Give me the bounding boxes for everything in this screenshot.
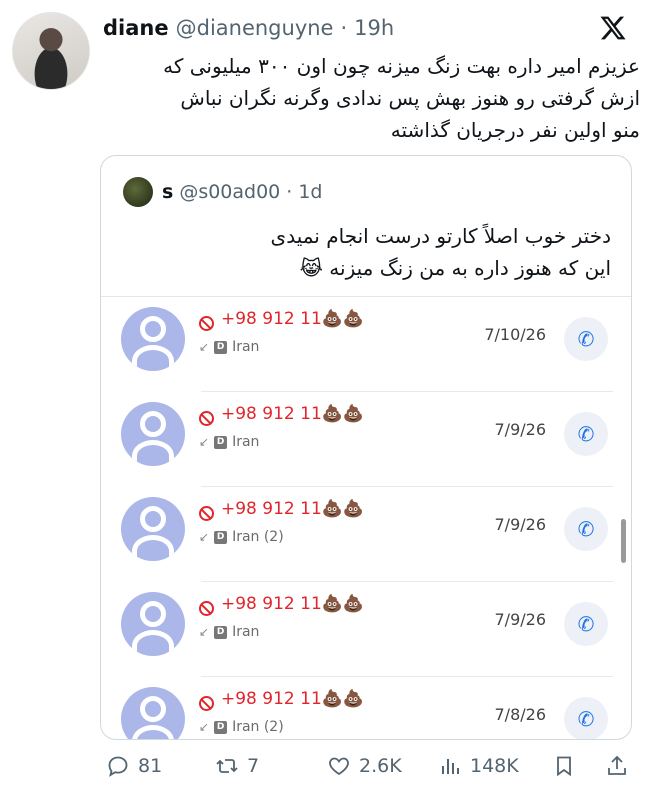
incoming-call-icon: ↙ [199,625,210,639]
like-count: 2.6K [359,755,402,777]
incoming-call-icon: ↙ [199,530,210,544]
quoted-text-line: دختر خوب اصلاً کارتو درست انجام نمیدی [270,224,611,248]
share-icon [608,755,626,775]
call-number: +98 912 11💩💩 [221,689,365,709]
call-date: 7/10/26 [484,325,546,344]
author-avatar[interactable] [12,12,90,90]
call-log-row: +98 912 11💩💩 ↙ D Iran (2) 7/9/26 ✆ [101,487,631,582]
heart-icon [329,757,349,776]
call-number: +98 912 11💩💩 [221,499,365,519]
incoming-call-icon: ↙ [199,720,210,734]
tweet-actions-bar: 81 7 2.6K 148K [100,748,640,784]
quoted-tweet-time[interactable]: 1d [298,181,322,203]
call-location: Iran [232,339,260,355]
scrollbar [621,519,626,563]
call-date: 7/9/26 [494,515,547,534]
phone-icon: ✆ [564,697,608,739]
call-location: Iran [232,434,260,450]
call-number: +98 912 11💩💩 [221,309,365,329]
quoted-author-avatar[interactable] [123,177,153,207]
phone-icon: ✆ [564,602,608,646]
sim-badge-icon: D [214,340,228,354]
separator-dot: · [286,181,293,203]
views-icon [442,759,459,774]
call-log-row: +98 912 11💩💩 ↙ D Iran 7/9/26 ✆ [101,392,631,487]
call-date: 7/9/26 [494,610,547,629]
reply-icon [108,756,128,777]
call-date: 7/8/26 [494,705,547,724]
call-log-row: +98 912 11💩💩 ↙ D Iran 7/10/26 ✆ [101,297,631,392]
call-meta: ↙ D Iran (2) [199,719,284,735]
call-number: +98 912 11💩💩 [221,594,365,614]
blocked-icon [199,601,214,616]
quoted-author-name[interactable]: s [162,181,173,203]
tweet-text-line: ازش گرفتی رو هنوز بهش پس ندادی وگرنه نگر… [180,86,640,110]
call-log-row: +98 912 11💩💩 ↙ D Iran (2) 7/8/26 ✆ [101,677,631,739]
call-meta: ↙ D Iran [199,434,259,450]
contact-avatar-icon [121,307,185,371]
incoming-call-icon: ↙ [199,435,210,449]
tweet-time[interactable]: 19h [354,16,394,40]
author-handle[interactable]: @dianenguyne [176,16,334,40]
sim-badge-icon: D [214,625,228,639]
quoted-author-handle[interactable]: @s00ad00 [179,181,280,203]
quoted-tweet-header: s @s00ad00 · 1d [162,177,322,207]
bookmark-button[interactable] [552,748,576,784]
blocked-icon [199,506,214,521]
view-count: 148K [470,755,519,777]
tweet-text-line: منو اولین نفر درجریان گذاشته [390,118,640,142]
like-button[interactable]: 2.6K [327,748,402,784]
call-number: +98 912 11💩💩 [221,404,365,424]
sim-badge-icon: D [214,720,228,734]
retweet-icon [216,759,238,773]
tweet-header: diane @dianenguyne · 19h [103,13,394,43]
phone-icon: ✆ [564,507,608,551]
author-name[interactable]: diane [103,16,169,40]
contact-avatar-icon [121,687,185,739]
retweet-count: 7 [247,755,260,777]
incoming-call-icon: ↙ [199,340,210,354]
contact-avatar-icon [121,592,185,656]
contact-avatar-icon [121,497,185,561]
quoted-tweet-text: دختر خوب اصلاً کارتو درست انجام نمیدی ای… [271,220,611,284]
call-location: Iran [232,624,260,640]
retweet-button[interactable]: 7 [215,748,259,784]
bookmark-icon [557,756,571,777]
quoted-text-line: این که هنوز داره به من زنگ میزنه 😹 [299,256,611,280]
tweet-text-line: عزیزم امیر داره بهت زنگ میزنه چون اون ۳۰… [163,54,640,78]
blocked-icon [199,316,214,331]
sim-badge-icon: D [214,435,228,449]
call-date: 7/9/26 [494,420,547,439]
call-location: Iran (2) [232,529,284,545]
contact-avatar-icon [121,402,185,466]
views-button[interactable]: 148K [438,748,519,784]
call-location: Iran (2) [232,719,284,735]
sim-badge-icon: D [214,530,228,544]
call-log-screenshot: +98 912 11💩💩 ↙ D Iran 7/10/26 ✆ +98 912 … [101,296,631,739]
call-meta: ↙ D Iran [199,624,259,640]
tweet-text: عزیزم امیر داره بهت زنگ میزنه چون اون ۳۰… [100,50,640,146]
phone-icon: ✆ [564,412,608,456]
x-logo-icon [600,16,626,40]
call-meta: ↙ D Iran [199,339,259,355]
call-log-row: +98 912 11💩💩 ↙ D Iran 7/9/26 ✆ [101,582,631,677]
blocked-icon [199,411,214,426]
share-button[interactable] [605,748,629,784]
phone-icon: ✆ [564,317,608,361]
reply-count: 81 [138,755,163,777]
blocked-icon [199,696,214,711]
reply-button[interactable]: 81 [106,748,162,784]
call-meta: ↙ D Iran (2) [199,529,284,545]
separator-dot: · [340,16,348,40]
quoted-tweet[interactable]: s @s00ad00 · 1d دختر خوب اصلاً کارتو درس… [100,155,632,740]
